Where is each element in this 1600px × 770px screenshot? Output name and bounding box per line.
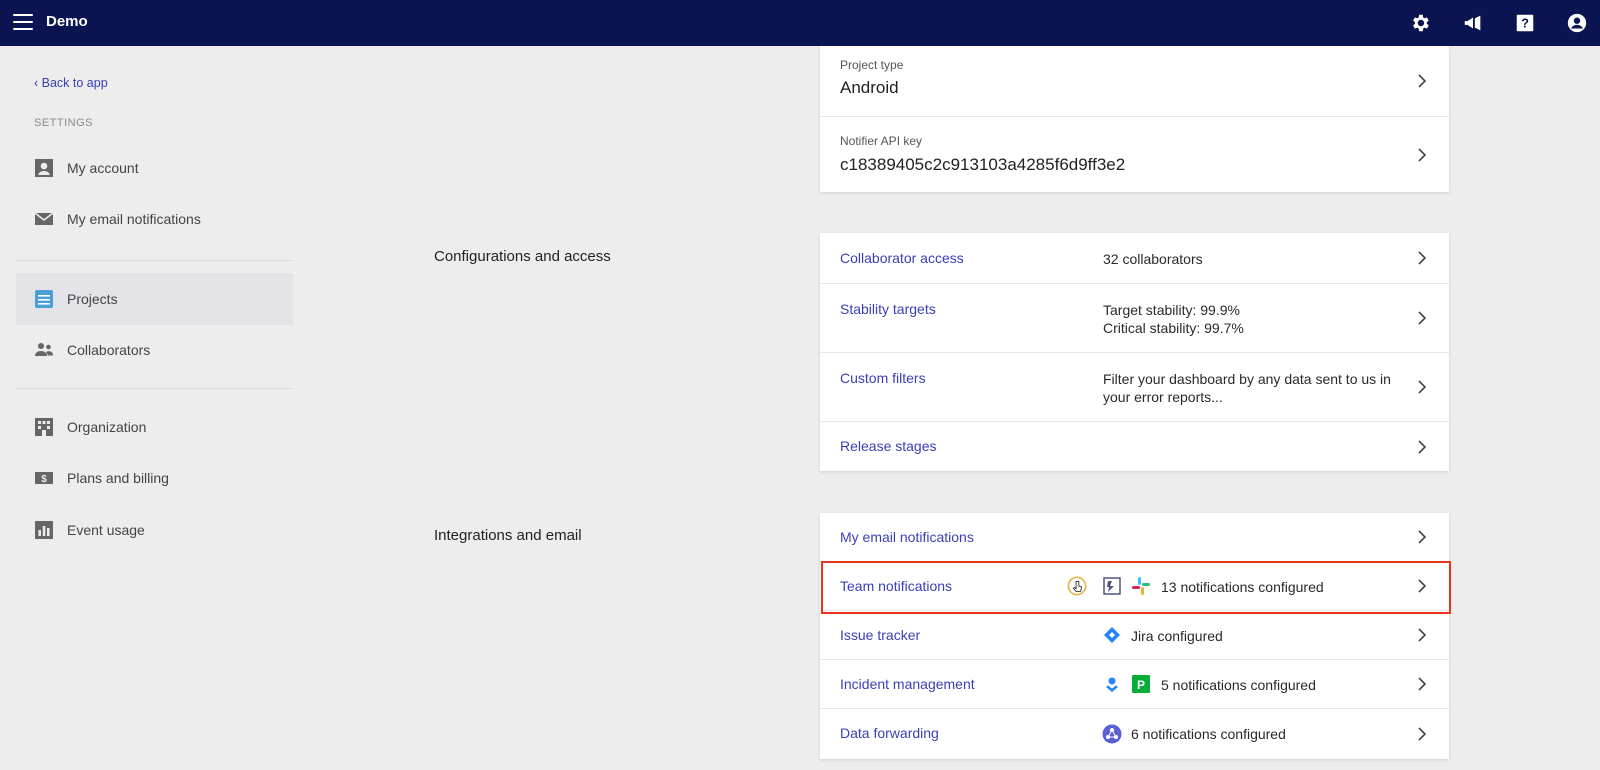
sidebar-item-label: My email notifications [67, 211, 201, 227]
sidebar-item-label: Event usage [67, 522, 145, 538]
api-key-row[interactable]: Notifier API key c18389405c2c913103a4285… [820, 117, 1449, 192]
chevron-right-icon [1417, 579, 1427, 593]
integrations-card: My email notifications Team notification… [820, 513, 1449, 759]
menu-icon[interactable] [13, 14, 33, 30]
row-value: Filter your dashboard by any data sent t… [1103, 371, 1391, 405]
sidebar-item-label: Plans and billing [67, 470, 169, 486]
project-type-value: Android [840, 78, 899, 97]
chevron-right-icon [1417, 727, 1427, 741]
collaborator-access-row[interactable]: Collaborator access 32 collaborators [820, 233, 1449, 284]
project-details-card: Project type Android Notifier API key c1… [820, 46, 1449, 192]
forwarding-icon [1102, 724, 1122, 744]
svg-text:P: P [1137, 678, 1145, 692]
sidebar-divider [16, 260, 293, 261]
svg-text:$: $ [41, 474, 47, 485]
row-label: Issue tracker [840, 627, 921, 643]
chevron-right-icon [1417, 311, 1427, 325]
sidebar-item-collaborators[interactable]: Collaborators [16, 330, 293, 370]
sidebar-item-projects[interactable]: Projects [16, 273, 293, 325]
row-value: 5 notifications configured [1161, 677, 1316, 693]
pointer-cursor-icon [1067, 576, 1087, 596]
megaphone-icon[interactable] [1462, 12, 1484, 34]
billing-icon: $ [34, 468, 54, 488]
chevron-right-icon [1417, 74, 1427, 88]
gear-icon[interactable] [1409, 12, 1431, 34]
stability-targets-row[interactable]: Stability targets Target stability: 99.9… [820, 284, 1449, 353]
help-icon[interactable]: ? [1514, 12, 1536, 34]
sidebar-item-organization[interactable]: Organization [16, 407, 293, 447]
top-bar: Demo ? [0, 0, 1600, 46]
app-title: Demo [46, 13, 88, 30]
row-label: My email notifications [840, 529, 974, 545]
sidebar-item-label: My account [67, 160, 139, 176]
incident-management-row[interactable]: Incident management P 5 notifications co… [820, 660, 1449, 709]
pagerduty-icon: P [1131, 674, 1151, 694]
chevron-right-icon [1417, 677, 1427, 691]
sidebar-item-event-usage[interactable]: Event usage [16, 510, 293, 550]
chevron-right-icon [1417, 147, 1427, 162]
project-type-row[interactable]: Project type Android [820, 46, 1449, 117]
configurations-card: Collaborator access 32 collaborators Sta… [820, 233, 1449, 471]
sidebar-item-plans-and-billing[interactable]: $ Plans and billing [16, 458, 293, 498]
api-key-label: Notifier API key [840, 134, 923, 148]
row-value-line-1: Target stability: 99.9% [1103, 302, 1240, 318]
row-value: 13 notifications configured [1161, 579, 1324, 595]
chevron-right-icon [1417, 628, 1427, 642]
people-icon [34, 340, 54, 360]
row-label: Team notifications [840, 578, 953, 594]
back-to-app-link[interactable]: ‹ Back to app [34, 76, 108, 90]
my-email-notifications-row[interactable]: My email notifications [820, 513, 1449, 562]
chevron-right-icon [1417, 530, 1427, 544]
opsgenie-icon [1102, 674, 1122, 694]
sidebar-item-label: Projects [67, 291, 118, 307]
sidebar-item-my-email-notifications[interactable]: My email notifications [16, 199, 293, 239]
sidebar-item-label: Organization [67, 419, 147, 435]
chevron-right-icon [1417, 439, 1427, 454]
sidebar-item-my-account[interactable]: My account [16, 148, 293, 188]
sidebar-divider [16, 388, 293, 389]
team-notifications-row[interactable]: Team notifications 13 notifications conf… [820, 562, 1449, 611]
building-icon [34, 417, 54, 437]
row-value: 32 collaborators [1103, 251, 1203, 267]
bar-chart-icon [34, 520, 54, 540]
row-label: Incident management [840, 676, 975, 692]
row-value: Jira configured [1131, 628, 1223, 644]
integration-icon [1102, 576, 1122, 596]
row-label: Release stages [840, 438, 937, 454]
slack-icon [1131, 576, 1151, 596]
issue-tracker-row[interactable]: Issue tracker Jira configured [820, 611, 1449, 660]
sidebar-item-label: Collaborators [67, 342, 151, 358]
chevron-right-icon [1417, 251, 1427, 265]
row-value-line-2: Critical stability: 99.7% [1103, 320, 1244, 336]
row-value: 6 notifications configured [1131, 726, 1286, 742]
projects-icon [34, 289, 54, 309]
jira-icon [1102, 625, 1122, 645]
row-label: Stability targets [840, 301, 936, 317]
custom-filters-row[interactable]: Custom filters Filter your dashboard by … [820, 353, 1449, 422]
row-label: Custom filters [840, 370, 926, 386]
chevron-right-icon [1417, 380, 1427, 394]
settings-section-label: SETTINGS [34, 117, 94, 129]
account-icon[interactable] [1566, 12, 1588, 34]
person-icon [34, 158, 54, 178]
row-label: Data forwarding [840, 725, 939, 741]
api-key-value: c18389405c2c913103a4285f6d9ff3e2 [840, 155, 1126, 174]
data-forwarding-row[interactable]: Data forwarding 6 notifications configur… [820, 709, 1449, 759]
row-label: Collaborator access [840, 250, 964, 266]
project-type-label: Project type [840, 58, 904, 72]
section-label-configurations: Configurations and access [434, 248, 611, 265]
svg-text:?: ? [1521, 16, 1529, 31]
envelope-icon [34, 209, 54, 229]
release-stages-row[interactable]: Release stages [820, 422, 1449, 471]
section-label-integrations: Integrations and email [434, 527, 582, 544]
